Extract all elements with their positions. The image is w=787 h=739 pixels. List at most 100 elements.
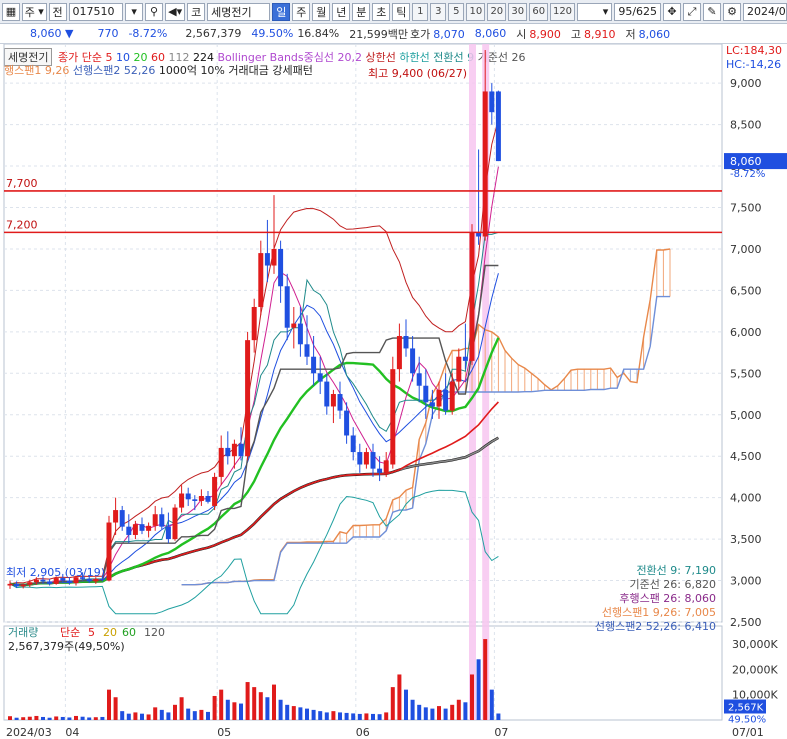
volume-value: 2,567,379	[185, 27, 242, 40]
code-dropdown-icon[interactable]: ▾	[125, 2, 144, 21]
prev-button[interactable]: 전	[48, 2, 67, 21]
candle-body	[456, 356, 462, 382]
open-label: 시	[516, 27, 527, 41]
volume-bar	[159, 709, 164, 720]
volume-bar	[67, 717, 72, 720]
candle-body	[311, 356, 317, 374]
volume-bar	[179, 697, 184, 720]
candle-body	[225, 447, 231, 457]
time-tick-label: 05	[217, 726, 231, 739]
candle-body	[139, 524, 145, 531]
period-week[interactable]: 주	[292, 2, 311, 21]
candle-body	[159, 514, 165, 527]
zoom-icon[interactable]: ⤢	[683, 2, 702, 21]
price-chart[interactable]: 7,7007,200 9,0008,5008,0007,5007,0006,50…	[0, 44, 787, 739]
indicator-value: 전환선 9: 7,190	[636, 564, 716, 577]
ask-price: 8,070	[433, 27, 465, 41]
volume-bar	[397, 674, 402, 720]
interval-dropdown-icon[interactable]: ▾	[576, 2, 613, 21]
indicator-value: 선행스팬1 9,26: 7,005	[602, 606, 716, 619]
candle-body	[245, 340, 251, 457]
volume-tick-label: 30,000K	[732, 638, 778, 651]
candle-body	[337, 394, 343, 411]
ask-group: 호가 8,070	[410, 26, 465, 42]
candle-body	[86, 578, 92, 582]
sound-icon[interactable]: ◀▾	[165, 2, 186, 21]
period-day[interactable]: 일	[272, 2, 291, 21]
price-tick-label: 7,500	[730, 202, 762, 215]
candle-body	[344, 410, 350, 436]
candle-body	[284, 286, 290, 328]
period-minute[interactable]: 분	[352, 2, 371, 21]
period-month[interactable]: 월	[312, 2, 331, 21]
candle-body	[396, 336, 402, 370]
volume-bar	[87, 717, 92, 720]
volume-bar	[41, 716, 45, 720]
volume-bar	[470, 674, 474, 720]
interval-120[interactable]: 120	[550, 2, 575, 21]
candle-body	[377, 468, 383, 473]
volume-bar	[100, 716, 105, 720]
grid-icon[interactable]: ▦	[2, 2, 20, 21]
candle-body	[27, 582, 33, 585]
candle-body	[20, 584, 26, 587]
interval-1[interactable]: 1	[412, 2, 429, 21]
time-tick-label: 04	[65, 726, 79, 739]
interval-3[interactable]: 3	[430, 2, 447, 21]
search-icon[interactable]: ⚲	[145, 2, 164, 21]
volume-bar	[404, 689, 408, 720]
period-tick[interactable]: 틱	[392, 2, 411, 21]
low-note: 최저 2,905 (03/19)	[6, 566, 105, 579]
draw-icon[interactable]: ✎	[703, 2, 722, 21]
price-tick-label: 2,500	[730, 616, 762, 629]
volume-bar	[239, 703, 243, 720]
market-select[interactable]: 주 ▾	[22, 2, 47, 21]
interval-5[interactable]: 5	[448, 2, 465, 21]
quote-bar: 8,060 ▼ 770 -8.72% 2,567,379 49.50% 16.8…	[0, 24, 787, 44]
price-tick-label: 4,500	[730, 450, 762, 463]
interval-30[interactable]: 30	[508, 2, 528, 21]
stock-name: 세명전기	[207, 2, 271, 21]
candle-body	[443, 389, 449, 411]
volume-bar	[390, 687, 395, 720]
volume-bar	[80, 716, 85, 720]
volume-bar	[219, 689, 224, 720]
volume-bar	[126, 713, 131, 720]
volume-bar	[21, 717, 26, 720]
gear-icon[interactable]: ⚙	[723, 2, 742, 21]
period-year[interactable]: 년	[332, 2, 351, 21]
candle-body	[99, 578, 105, 580]
candle-body	[126, 526, 132, 535]
candle-body	[436, 389, 442, 407]
volume-ma-period: 5	[88, 626, 95, 639]
candle-body	[179, 493, 185, 508]
period-second[interactable]: 초	[372, 2, 391, 21]
volume-bar	[278, 699, 283, 720]
volume-bar	[153, 707, 158, 720]
interval-60[interactable]: 60	[529, 2, 549, 21]
high-group: 고 8,910	[571, 26, 616, 42]
candle-body	[350, 435, 356, 453]
volume-bar	[298, 707, 303, 720]
pan-icon[interactable]: ✥	[663, 2, 682, 21]
interval-10[interactable]: 10	[466, 2, 486, 21]
volume-bar	[93, 717, 98, 720]
volume-bar	[331, 711, 336, 720]
candle-body	[403, 336, 409, 349]
open-price: 8,900	[529, 27, 561, 41]
page-count[interactable]: 95/625	[614, 2, 662, 21]
candle-body	[205, 495, 211, 502]
date-input[interactable]: 2024/0	[743, 2, 787, 21]
volume-ma-period: 20	[103, 626, 117, 639]
market-tag[interactable]: 코	[187, 2, 206, 21]
bid-price: 8,060	[474, 27, 507, 40]
bollinger-lower-line	[9, 489, 499, 615]
volume-bar	[410, 699, 415, 720]
code-input[interactable]: 017510	[68, 2, 124, 21]
volume-bar	[351, 713, 356, 720]
candle-body	[258, 253, 264, 307]
volume-bar	[47, 717, 52, 720]
price-tick-label: 6,500	[730, 284, 762, 297]
interval-20[interactable]: 20	[487, 2, 507, 21]
volume-bar	[476, 659, 481, 720]
